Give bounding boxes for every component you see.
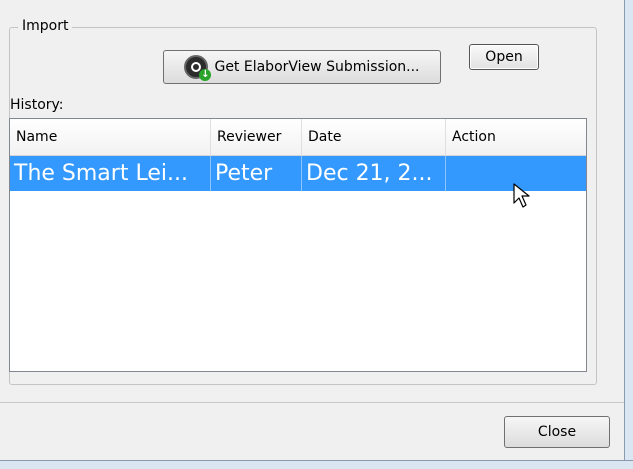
column-header-action[interactable]: Action: [446, 119, 586, 155]
table-row[interactable]: The Smart Lei... Peter Dec 21, 2...: [10, 156, 586, 191]
cell-name: The Smart Lei...: [10, 156, 211, 191]
elaborview-download-icon: ↓: [184, 55, 212, 81]
cell-reviewer: Peter: [211, 156, 302, 191]
column-header-name[interactable]: Name: [10, 119, 211, 155]
history-label: History:: [10, 97, 64, 113]
get-elaborview-submission-label: Get ElaborView Submission...: [214, 59, 420, 75]
mouse-cursor-icon: [513, 183, 530, 208]
get-elaborview-submission-button[interactable]: ↓ Get ElaborView Submission...: [163, 50, 441, 84]
column-header-reviewer[interactable]: Reviewer: [211, 119, 302, 155]
history-table-header: Name Reviewer Date Action: [10, 119, 586, 156]
window-frame-right: [624, 0, 633, 468]
close-button[interactable]: Close: [504, 416, 610, 448]
history-table[interactable]: Name Reviewer Date Action The Smart Lei.…: [9, 118, 587, 372]
import-group-title: Import: [18, 18, 73, 34]
cell-date: Dec 21, 2...: [302, 156, 446, 191]
open-button[interactable]: Open: [469, 44, 539, 70]
column-header-date[interactable]: Date: [302, 119, 446, 155]
footer-divider: [0, 402, 624, 403]
